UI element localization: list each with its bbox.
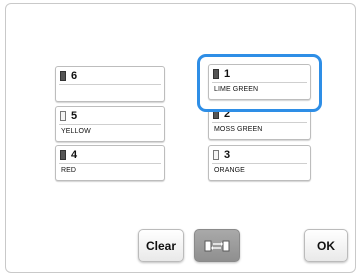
divider — [212, 163, 307, 164]
divider — [59, 84, 161, 85]
clear-button[interactable]: Clear — [138, 229, 184, 262]
thread-number: 3 — [224, 149, 231, 161]
spool-icon — [60, 71, 66, 81]
spool-icon — [60, 111, 66, 121]
thread-card-4[interactable]: 4 RED — [55, 145, 165, 181]
ok-button[interactable]: OK — [304, 229, 348, 262]
spool-icon — [60, 150, 66, 160]
thread-color-name: YELLOW — [61, 128, 91, 135]
thread-number: 6 — [71, 70, 78, 82]
thread-swap-icon — [204, 240, 230, 251]
divider — [59, 163, 161, 164]
thread-card-3[interactable]: 3 ORANGE — [208, 145, 311, 181]
thread-color-name: MOSS GREEN — [214, 126, 263, 133]
thread-color-name: RED — [61, 167, 77, 174]
thread-color-name: ORANGE — [214, 167, 245, 174]
spool-icon — [213, 150, 219, 160]
divider — [59, 124, 161, 125]
thread-number: 5 — [71, 110, 78, 122]
thread-card-6[interactable]: 6 — [55, 66, 165, 102]
selection-highlight — [197, 54, 322, 112]
swap-button[interactable] — [194, 229, 240, 262]
thread-card-5[interactable]: 5 YELLOW — [55, 106, 165, 142]
divider — [212, 122, 307, 123]
thread-number: 4 — [71, 149, 78, 161]
